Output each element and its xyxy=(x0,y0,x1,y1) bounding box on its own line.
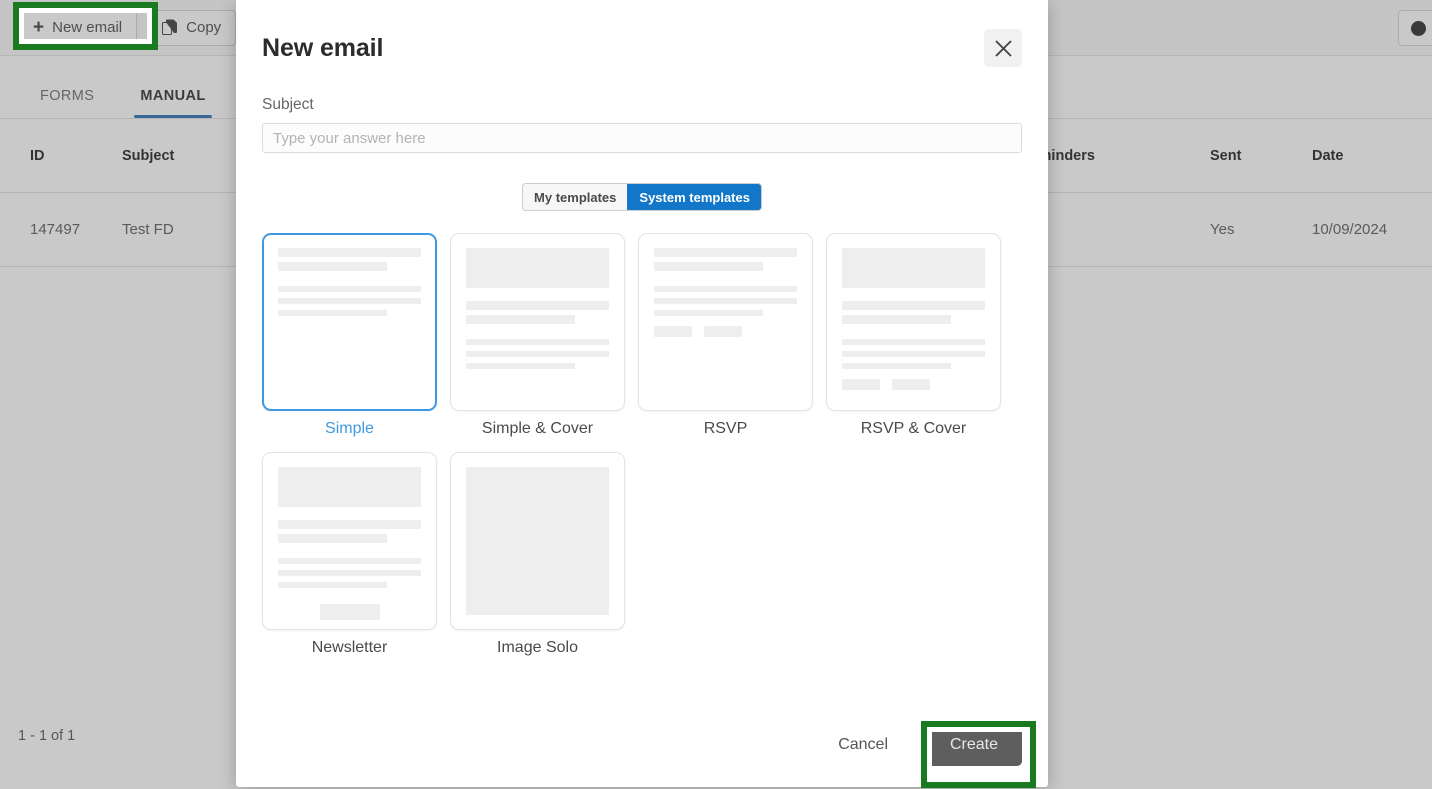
skeleton-line xyxy=(278,582,387,588)
screen: + New email Copy FORMS MANUAL ID Subject… xyxy=(0,0,1432,789)
template-label-newsletter: Newsletter xyxy=(311,639,388,656)
skeleton-line xyxy=(842,363,951,369)
template-label-image-solo: Image Solo xyxy=(497,639,578,656)
skeleton-subheading xyxy=(278,534,387,543)
template-card-rsvp[interactable]: RSVP xyxy=(638,233,813,438)
skeleton-subheading xyxy=(654,262,763,271)
template-card-image-solo[interactable]: Image Solo xyxy=(450,452,625,657)
template-label-rsvp-cover: RSVP & Cover xyxy=(860,420,967,437)
template-card-simple-cover[interactable]: Simple & Cover xyxy=(450,233,625,438)
skeleton-cover xyxy=(278,467,421,507)
skeleton-button xyxy=(842,379,880,390)
template-card-simple[interactable]: Simple xyxy=(262,233,437,438)
template-grid: Simple Simple & Cover RSVP RSVP & Cover … xyxy=(262,233,1022,657)
skeleton-button xyxy=(654,326,692,337)
segmented-control: My templates System templates xyxy=(522,183,762,211)
skeleton-heading xyxy=(278,520,421,529)
skeleton-subheading xyxy=(466,315,575,324)
skeleton-line xyxy=(278,570,421,576)
skeleton-line xyxy=(466,351,609,357)
dialog-header: New email xyxy=(236,0,1048,96)
template-source-toggle: My templates System templates xyxy=(262,183,1022,211)
skeleton-line xyxy=(466,363,575,369)
template-card-rsvp-cover[interactable]: RSVP & Cover xyxy=(826,233,1001,438)
skeleton-button xyxy=(892,379,930,390)
skeleton-line xyxy=(278,286,421,292)
dialog-footer: Cancel Create xyxy=(236,703,1048,787)
skeleton-heading xyxy=(654,248,797,257)
skeleton-heading xyxy=(278,248,421,257)
skeleton-line xyxy=(654,310,763,316)
template-preview-simple-cover xyxy=(450,233,625,411)
skeleton-heading xyxy=(466,301,609,310)
subject-input[interactable] xyxy=(262,123,1022,153)
my-templates-button[interactable]: My templates xyxy=(523,184,628,210)
template-label-simple: Simple xyxy=(325,420,374,437)
system-templates-label: System templates xyxy=(639,189,750,205)
skeleton-button-row xyxy=(842,379,985,390)
skeleton-image xyxy=(466,467,609,615)
new-email-dialog: New email Subject My templates xyxy=(236,0,1048,787)
cancel-button[interactable]: Cancel xyxy=(826,728,900,762)
template-preview-image-solo xyxy=(450,452,625,630)
system-templates-button[interactable]: System templates xyxy=(627,184,761,210)
skeleton-line xyxy=(278,558,421,564)
template-preview-rsvp-cover xyxy=(826,233,1001,411)
dialog-title: New email xyxy=(262,33,384,62)
skeleton-subheading xyxy=(278,262,387,271)
subject-label: Subject xyxy=(262,96,314,113)
skeleton-line xyxy=(842,351,985,357)
close-button[interactable] xyxy=(984,29,1022,67)
skeleton-cta-button xyxy=(319,604,380,620)
dialog-body: Subject My templates System templates xyxy=(236,96,1048,703)
template-preview-simple xyxy=(262,233,437,411)
skeleton-line xyxy=(278,298,421,304)
template-preview-rsvp xyxy=(638,233,813,411)
template-card-newsletter[interactable]: Newsletter xyxy=(262,452,437,657)
my-templates-label: My templates xyxy=(534,189,617,205)
skeleton-line xyxy=(466,339,609,345)
skeleton-cover xyxy=(466,248,609,288)
template-preview-newsletter xyxy=(262,452,437,630)
skeleton-cover xyxy=(842,248,985,288)
create-button[interactable]: Create xyxy=(926,724,1022,766)
skeleton-line xyxy=(654,298,797,304)
skeleton-button-row xyxy=(654,326,797,337)
template-label-simple-cover: Simple & Cover xyxy=(481,420,594,437)
skeleton-line xyxy=(654,286,797,292)
close-icon xyxy=(994,39,1013,58)
skeleton-subheading xyxy=(842,315,951,324)
skeleton-line xyxy=(842,339,985,345)
skeleton-button xyxy=(704,326,742,337)
skeleton-line xyxy=(278,310,387,316)
skeleton-heading xyxy=(842,301,985,310)
template-label-rsvp: RSVP xyxy=(703,420,748,437)
